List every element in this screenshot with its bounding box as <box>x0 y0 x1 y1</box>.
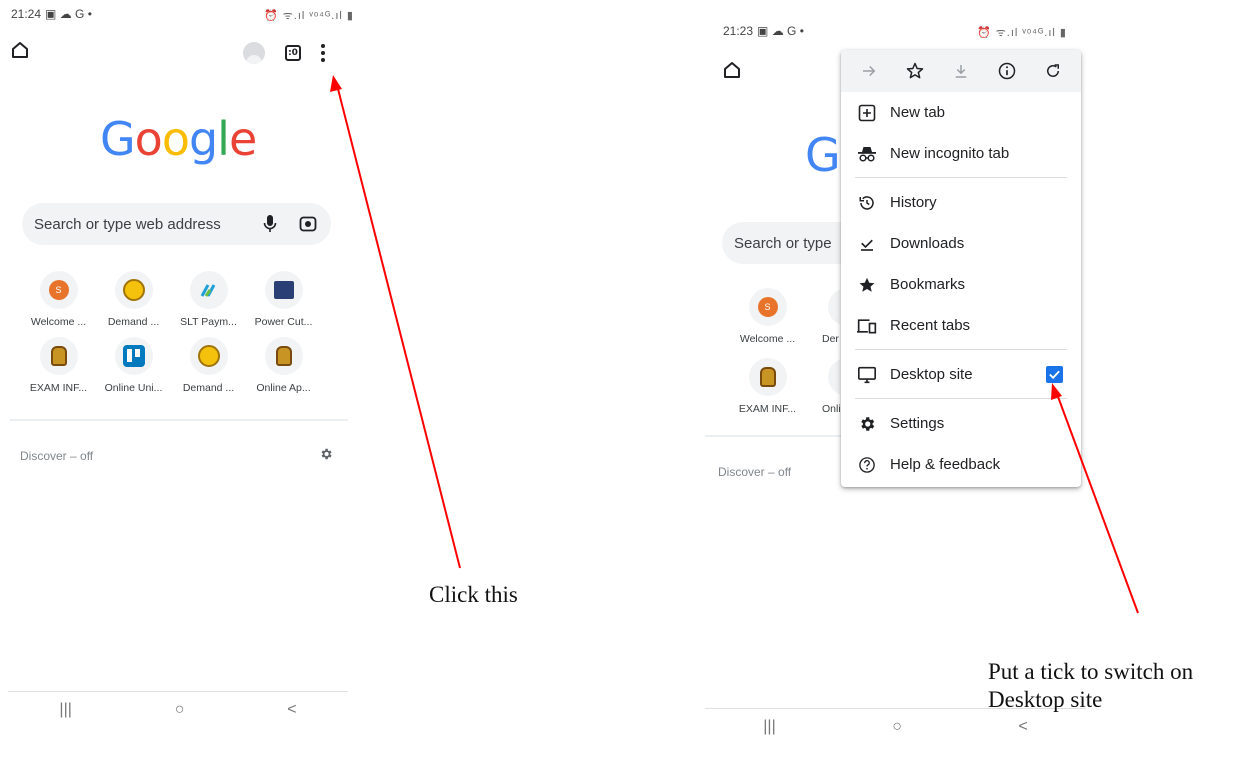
click-arrow-line <box>336 84 461 569</box>
annotation-line: Put a tick to switch on <box>988 659 1194 684</box>
annotation-tick-instruction: Put a tick to switch on Desktop site <box>988 658 1193 714</box>
annotation-click-this: Click this <box>429 582 518 607</box>
annotation-line: Desktop site <box>988 687 1103 712</box>
tick-arrow-head <box>1051 383 1062 400</box>
annotation-arrows <box>330 75 1139 614</box>
tick-arrow-line <box>1056 393 1139 614</box>
click-arrow-head <box>330 75 342 92</box>
